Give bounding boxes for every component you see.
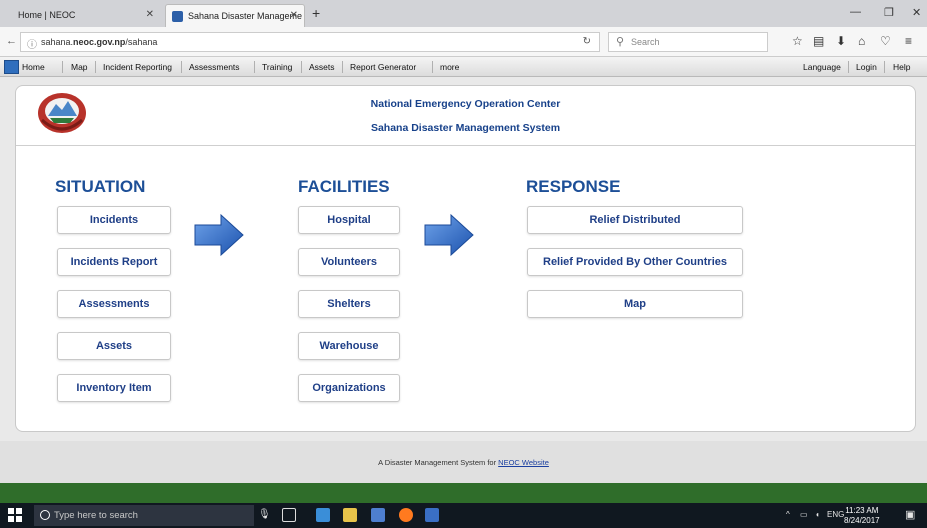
taskbar-search-placeholder: Type here to search bbox=[54, 510, 138, 521]
menu-separator bbox=[95, 61, 96, 73]
close-icon[interactable]: ✕ bbox=[146, 9, 154, 20]
back-icon[interactable]: ← bbox=[6, 35, 17, 47]
shelters-button[interactable]: Shelters bbox=[298, 290, 400, 318]
browser-tabstrip: Home | NEOC ✕ Sahana Disaster Manageme ✕… bbox=[0, 0, 927, 27]
clock-date: 8/24/2017 bbox=[844, 516, 880, 525]
menu-separator bbox=[342, 61, 343, 73]
organizations-button[interactable]: Organizations bbox=[298, 374, 400, 402]
file-explorer-icon[interactable] bbox=[343, 508, 357, 522]
arrow-right-icon bbox=[194, 213, 244, 257]
menu-separator bbox=[62, 61, 63, 73]
relief-distributed-button[interactable]: Relief Distributed bbox=[527, 206, 743, 234]
menu-icon[interactable]: ≡ bbox=[905, 34, 912, 48]
search-placeholder: Search bbox=[631, 37, 660, 47]
menu-separator bbox=[432, 61, 433, 73]
tray-chevron-icon[interactable]: ^ bbox=[786, 510, 790, 519]
menu-item-training[interactable]: Training bbox=[262, 62, 292, 72]
footer-text: A Disaster Management System for bbox=[378, 458, 497, 467]
arrow-right-icon bbox=[424, 213, 474, 257]
assessments-button[interactable]: Assessments bbox=[57, 290, 171, 318]
bookmark-star-icon[interactable]: ☆ bbox=[792, 34, 803, 48]
menu-separator bbox=[181, 61, 182, 73]
facilities-heading: FACILITIES bbox=[298, 177, 390, 196]
tray-lang[interactable]: ENG bbox=[827, 510, 844, 519]
url-path: /sahana bbox=[125, 37, 158, 47]
browser-tab-home[interactable]: Home | NEOC ✕ bbox=[10, 4, 160, 27]
minimize-icon[interactable]: — bbox=[850, 6, 861, 18]
warehouse-button[interactable]: Warehouse bbox=[298, 332, 400, 360]
windows-start-icon[interactable] bbox=[8, 508, 22, 522]
search-icon: ⚲ bbox=[616, 36, 625, 48]
browser-navbar: ← ⓘ sahana.neoc.gov.np/sahana ↻ ⚲ Search… bbox=[0, 27, 927, 57]
taskbar-search-input[interactable]: Type here to search bbox=[34, 505, 254, 526]
system-name: Sahana Disaster Management System bbox=[370, 122, 561, 134]
hospital-button[interactable]: Hospital bbox=[298, 206, 400, 234]
menu-separator bbox=[301, 61, 302, 73]
app-menubar: Home Map Incident Reporting Assessments … bbox=[0, 57, 927, 77]
task-view-icon[interactable] bbox=[282, 508, 296, 522]
org-name: National Emergency Operation Center bbox=[370, 98, 561, 110]
clock-time: 11:23 AM bbox=[845, 506, 879, 515]
url-domain: neoc.gov.np bbox=[73, 37, 126, 47]
firefox-icon[interactable] bbox=[399, 508, 413, 522]
url-input[interactable]: ⓘ sahana.neoc.gov.np/sahana ↻ bbox=[20, 32, 600, 52]
response-heading: RESPONSE bbox=[526, 177, 621, 196]
info-icon: ⓘ bbox=[27, 40, 37, 51]
menu-item-incident-reporting[interactable]: Incident Reporting bbox=[103, 62, 172, 72]
relief-other-countries-button[interactable]: Relief Provided By Other Countries bbox=[527, 248, 743, 276]
reload-icon[interactable]: ↻ bbox=[583, 36, 591, 47]
os-taskbar: Type here to search 🎙 ^ ▭ ◖ ENG 11:23 AM… bbox=[0, 503, 927, 528]
restore-icon[interactable]: ❐ bbox=[884, 6, 894, 19]
volunteers-button[interactable]: Volunteers bbox=[298, 248, 400, 276]
home-icon[interactable]: ⌂ bbox=[858, 34, 865, 48]
pocket-icon[interactable]: ♡ bbox=[880, 34, 891, 48]
menu-item-home[interactable]: Home bbox=[4, 60, 45, 74]
browser-tab-sahana[interactable]: Sahana Disaster Manageme ✕ bbox=[165, 4, 305, 27]
download-icon[interactable]: ⬇ bbox=[836, 34, 846, 48]
url-prefix: sahana. bbox=[41, 37, 74, 47]
app-icon[interactable] bbox=[425, 508, 439, 522]
close-icon[interactable]: ✕ bbox=[290, 10, 298, 21]
menu-item-help[interactable]: Help bbox=[893, 62, 910, 72]
menu-separator bbox=[254, 61, 255, 73]
menu-item-assessments[interactable]: Assessments bbox=[189, 62, 240, 72]
edge-browser-icon[interactable] bbox=[316, 508, 330, 522]
new-tab-icon[interactable]: + bbox=[312, 5, 320, 21]
assets-button[interactable]: Assets bbox=[57, 332, 171, 360]
dashboard-card: National Emergency Operation Center Saha… bbox=[15, 85, 916, 432]
neoc-website-link[interactable]: NEOC Website bbox=[498, 458, 549, 467]
store-icon[interactable] bbox=[371, 508, 385, 522]
menu-separator bbox=[884, 61, 885, 73]
menu-separator bbox=[848, 61, 849, 73]
cortana-icon bbox=[40, 510, 50, 520]
volume-icon[interactable]: ◖ bbox=[815, 510, 820, 519]
tab-label: Sahana Disaster Manageme bbox=[188, 11, 303, 21]
menu-item-login[interactable]: Login bbox=[856, 62, 877, 72]
dashboard-header: National Emergency Operation Center Saha… bbox=[16, 86, 915, 146]
incidents-button[interactable]: Incidents bbox=[57, 206, 171, 234]
browser-search-input[interactable]: ⚲ Search bbox=[608, 32, 768, 52]
menu-item-map[interactable]: Map bbox=[71, 62, 88, 72]
close-window-icon[interactable]: ✕ bbox=[912, 6, 921, 19]
reading-list-icon[interactable]: ▤ bbox=[813, 34, 824, 48]
menu-item-report-generator[interactable]: Report Generator bbox=[350, 62, 416, 72]
menu-item-assets[interactable]: Assets bbox=[309, 62, 335, 72]
network-icon[interactable]: ▭ bbox=[800, 510, 808, 519]
inventory-item-button[interactable]: Inventory Item bbox=[57, 374, 171, 402]
taskbar-clock[interactable]: 11:23 AM 8/24/2017 bbox=[844, 506, 880, 526]
map-button[interactable]: Map bbox=[527, 290, 743, 318]
favicon-icon bbox=[172, 11, 183, 22]
tab-label: Home | NEOC bbox=[18, 10, 76, 20]
footer-green-bar bbox=[0, 483, 927, 503]
incidents-report-button[interactable]: Incidents Report bbox=[57, 248, 171, 276]
page-footer: A Disaster Management System for NEOC We… bbox=[0, 441, 927, 483]
situation-heading: SITUATION bbox=[55, 177, 146, 196]
notification-icon[interactable]: ▣ bbox=[905, 508, 915, 521]
menu-item-more[interactable]: more bbox=[440, 62, 459, 72]
microphone-icon[interactable]: 🎙 bbox=[258, 509, 271, 520]
menu-item-language[interactable]: Language bbox=[803, 62, 841, 72]
